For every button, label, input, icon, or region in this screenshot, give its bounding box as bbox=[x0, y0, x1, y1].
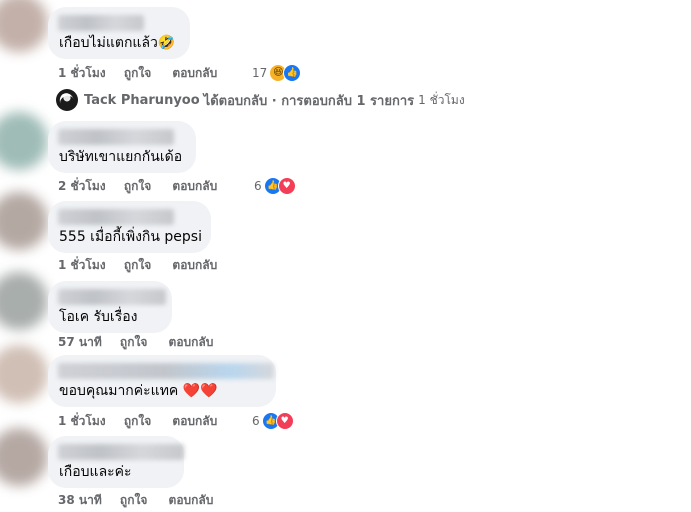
comment-text-body: ขอบคุณมากค่ะแทค bbox=[59, 383, 183, 399]
comment-text: เกือบและค่ะ bbox=[59, 464, 132, 480]
comment-time[interactable]: 1 ชั่วโมง bbox=[58, 66, 106, 80]
comment-time[interactable]: 1 ชั่วโมง bbox=[58, 414, 106, 428]
comment-text: โอเค รับเรื่อง bbox=[59, 309, 138, 325]
reaction-count: 17 bbox=[252, 66, 268, 80]
comment-bubble: เกือบและค่ะ bbox=[48, 436, 184, 488]
reaction-summary[interactable]: 6 👍 ♥ bbox=[252, 412, 294, 430]
like-button[interactable]: ถูกใจ bbox=[124, 66, 151, 80]
reply-summary-text: ได้ตอบกลับ · การตอบกลับ 1 รายการ bbox=[203, 93, 415, 109]
avatar[interactable] bbox=[0, 272, 48, 330]
reaction-summary[interactable]: 17 😆 👍 bbox=[252, 64, 302, 82]
like-button[interactable]: ถูกใจ bbox=[120, 335, 147, 349]
comment-actions: 1 ชั่วโมง ถูกใจ ตอบกลับ bbox=[58, 413, 217, 429]
heart-icon: ♥ bbox=[275, 412, 294, 430]
comment-bubble: ขอบคุณมากค่ะแทค ❤️❤️ bbox=[48, 355, 276, 407]
comment-time[interactable]: 1 ชั่วโมง bbox=[58, 258, 106, 272]
comment-bubble: 555 เมื่อกี้เพิ่งกิน pepsi bbox=[48, 201, 211, 253]
reply-time: 1 ชั่วโมง bbox=[418, 92, 465, 107]
comment-time[interactable]: 38 นาที bbox=[58, 493, 102, 507]
comment-time[interactable]: 57 นาที bbox=[58, 335, 102, 349]
thumbs-up-icon: 👍 bbox=[283, 64, 302, 82]
avatar[interactable] bbox=[0, 0, 48, 52]
author-name-blurred[interactable] bbox=[58, 363, 274, 379]
reply-button[interactable]: ตอบกลับ bbox=[169, 335, 214, 349]
comment-text: บริษัทเขาแยกกันเด้อ bbox=[59, 149, 183, 165]
reply-button[interactable]: ตอบกลับ bbox=[172, 66, 217, 80]
view-replies-link[interactable]: Tack Pharunyoo ได้ตอบกลับ · การตอบกลับ 1… bbox=[56, 88, 465, 112]
like-button[interactable]: ถูกใจ bbox=[124, 414, 151, 428]
comment-actions: 1 ชั่วโมง ถูกใจ ตอบกลับ bbox=[58, 65, 217, 81]
author-name-blurred[interactable] bbox=[58, 129, 174, 145]
comment-text: 555 เมื่อกี้เพิ่งกิน pepsi bbox=[59, 229, 202, 245]
comment-actions: 57 นาที ถูกใจ ตอบกลับ bbox=[58, 334, 213, 350]
avatar[interactable] bbox=[0, 192, 48, 250]
comment-actions: 1 ชั่วโมง ถูกใจ ตอบกลับ bbox=[58, 257, 217, 273]
reply-author-avatar bbox=[56, 89, 78, 111]
reply-author-name: Tack Pharunyoo bbox=[84, 92, 200, 108]
avatar[interactable] bbox=[0, 112, 48, 170]
author-name-blurred[interactable] bbox=[58, 289, 166, 305]
author-name-blurred[interactable] bbox=[58, 444, 184, 460]
reply-button[interactable]: ตอบกลับ bbox=[172, 414, 217, 428]
reply-button[interactable]: ตอบกลับ bbox=[172, 179, 217, 193]
reply-button[interactable]: ตอบกลับ bbox=[172, 258, 217, 272]
avatar[interactable] bbox=[0, 428, 48, 486]
comment-actions: 38 นาที ถูกใจ ตอบกลับ bbox=[58, 492, 213, 508]
comment-text: เกือบไม่แตกแล้ว🤣 bbox=[59, 35, 176, 51]
reaction-summary[interactable]: 6 👍 ♥ bbox=[254, 177, 296, 195]
like-button[interactable]: ถูกใจ bbox=[120, 493, 147, 507]
comment-time[interactable]: 2 ชั่วโมง bbox=[58, 179, 106, 193]
comment-actions: 2 ชั่วโมง ถูกใจ ตอบกลับ bbox=[58, 178, 217, 194]
like-button[interactable]: ถูกใจ bbox=[124, 258, 151, 272]
reaction-count: 6 bbox=[254, 179, 262, 193]
avatar[interactable] bbox=[0, 345, 48, 403]
reaction-count: 6 bbox=[252, 414, 260, 428]
comment-bubble: โอเค รับเรื่อง bbox=[48, 281, 172, 333]
like-button[interactable]: ถูกใจ bbox=[124, 179, 151, 193]
author-name-blurred[interactable] bbox=[58, 15, 144, 31]
comment-bubble: เกือบไม่แตกแล้ว🤣 bbox=[48, 7, 190, 59]
reply-button[interactable]: ตอบกลับ bbox=[169, 493, 214, 507]
heart-icon: ♥ bbox=[277, 177, 296, 195]
comment-bubble: บริษัทเขาแยกกันเด้อ bbox=[48, 121, 196, 173]
author-name-blurred[interactable] bbox=[58, 209, 174, 225]
heart-emoji: ❤️❤️ bbox=[182, 383, 218, 399]
comment-text: ขอบคุณมากค่ะแทค ❤️❤️ bbox=[59, 382, 218, 400]
